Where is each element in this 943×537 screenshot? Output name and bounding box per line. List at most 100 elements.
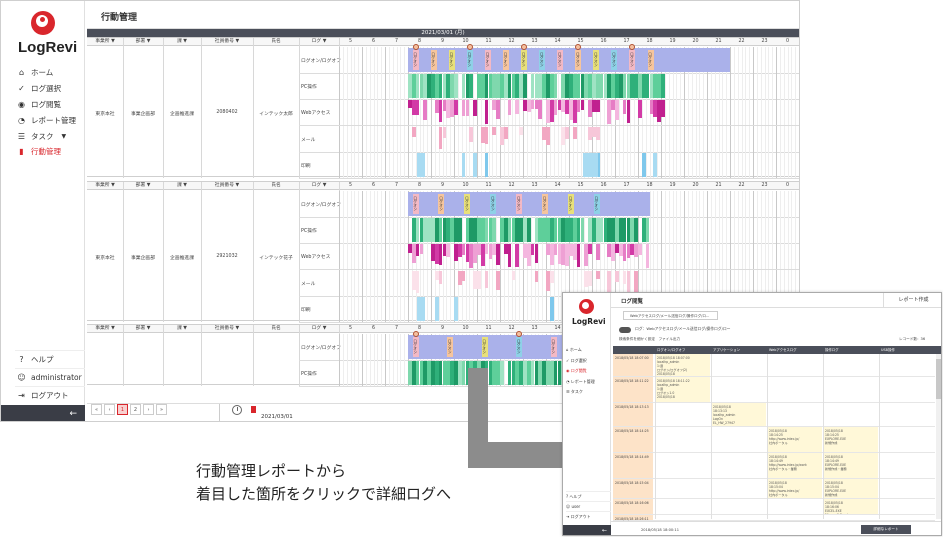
logon-event-tag[interactable]: ログオン: [557, 50, 564, 70]
activity-cell[interactable]: [634, 218, 638, 243]
column-header[interactable]: 事業所 ▼: [87, 325, 123, 333]
activity-cell[interactable]: [645, 244, 650, 269]
logon-event-tag[interactable]: ログオン: [464, 194, 471, 214]
logon-event-tag[interactable]: ログオン: [567, 194, 574, 214]
activity-cell[interactable]: [588, 244, 592, 255]
activity-cell[interactable]: [461, 152, 466, 177]
activity-cell[interactable]: [484, 152, 489, 177]
sidebar-item-help[interactable]: ? ヘルプ: [15, 350, 85, 368]
inset-nav-home[interactable]: ⌂ ホーム: [566, 345, 611, 356]
clock-icon[interactable]: [232, 405, 242, 415]
activity-cell[interactable]: [626, 100, 631, 124]
log-cell[interactable]: 2018/05/18 18:15:04 EXPLORE.EXE 新規作成: [823, 479, 878, 498]
logon-event-tag[interactable]: ログオン: [593, 194, 600, 214]
table-row[interactable]: 2018/05/18 18:11:22 2018/05/18 18:11:22 l…: [613, 377, 935, 403]
column-header[interactable]: ログ ▼: [299, 182, 339, 190]
activity-cell[interactable]: [595, 100, 600, 113]
sidebar-item-report[interactable]: ◔ レポート管理: [15, 112, 85, 128]
activity-cell[interactable]: [565, 126, 569, 139]
log-cell[interactable]: [711, 499, 766, 514]
activity-cell[interactable]: [595, 244, 600, 260]
logon-event-tag[interactable]: ログオン: [412, 337, 419, 357]
activity-cell[interactable]: [615, 100, 619, 120]
activity-cell[interactable]: [415, 100, 420, 116]
activity-cell[interactable]: [607, 270, 612, 294]
date-marker-icon[interactable]: [251, 406, 256, 413]
activity-cell[interactable]: [634, 270, 638, 295]
table-row[interactable]: 2018/05/18 18:16:06 2018/05/18 18:16:06 E…: [613, 499, 935, 515]
logon-event-tag[interactable]: ログオン: [412, 194, 419, 214]
page-next-button[interactable]: ›: [143, 404, 154, 415]
activity-cell[interactable]: [454, 296, 458, 321]
activity-cell[interactable]: [534, 244, 539, 263]
logon-event-tag[interactable]: ログオン: [539, 50, 546, 70]
page-prev-button[interactable]: ‹: [104, 404, 115, 415]
activity-cell[interactable]: [661, 100, 665, 117]
log-cell[interactable]: [823, 377, 878, 402]
inset-nav-report[interactable]: ◔ レポート管理: [566, 377, 611, 388]
column-header[interactable]: 氏名: [253, 38, 299, 46]
column-header[interactable]: 社員番号 ▼: [201, 325, 253, 333]
activity-cell[interactable]: [434, 296, 439, 321]
activity-cell[interactable]: [415, 270, 420, 293]
column-header[interactable]: 課 ▼: [163, 38, 201, 46]
activity-cell[interactable]: [457, 218, 462, 243]
activity-cell[interactable]: [641, 152, 646, 177]
print-cell[interactable]: [582, 152, 599, 177]
log-cell[interactable]: [879, 479, 934, 498]
activity-cell[interactable]: [526, 218, 531, 243]
inset-nav-log-view[interactable]: ◉ ログ閲覧: [566, 366, 611, 377]
logon-event-tag[interactable]: ログオン: [412, 50, 419, 70]
sidebar-item-user[interactable]: ☺ administrator: [15, 368, 85, 386]
log-cell[interactable]: [711, 427, 766, 452]
activity-cell[interactable]: [411, 126, 416, 137]
inset-tools[interactable]: 検索条件を細かく設定 ファイル出力: [619, 337, 680, 342]
table-row[interactable]: 2018/05/18 18:13:13 2018/05/18 18:13:13 l…: [613, 403, 935, 427]
log-filter-input[interactable]: Webアクセスログ/メール送信ログ/操作ログ/ロ...: [623, 311, 718, 320]
column-header[interactable]: ログオン/ログオフ: [657, 346, 685, 354]
log-cell[interactable]: 2018/05/18 18:15:04 http://www.intec.jp/…: [767, 479, 822, 498]
logon-event-tag[interactable]: ログオン: [521, 50, 528, 70]
column-header[interactable]: 氏名: [253, 325, 299, 333]
logon-event-tag[interactable]: ログオン: [490, 194, 497, 214]
report-create-tab[interactable]: レポート作成: [883, 293, 941, 307]
column-header[interactable]: 氏名: [253, 182, 299, 190]
sidebar-item-home[interactable]: ⌂ ホーム: [15, 65, 85, 81]
log-cell[interactable]: [879, 515, 934, 520]
column-header[interactable]: 操作ログ: [825, 346, 839, 354]
logon-event-tag[interactable]: ログオン: [611, 50, 618, 70]
table-row[interactable]: 2018/05/18 18:14:49 2018/05/18 18:14:49 h…: [613, 453, 935, 479]
activity-cell[interactable]: [454, 100, 458, 116]
log-cell[interactable]: [879, 403, 934, 426]
log-cell[interactable]: [823, 515, 878, 520]
activity-cell[interactable]: [553, 74, 558, 99]
sidebar-item-log-view[interactable]: ◉ ログ閲覧: [15, 97, 85, 113]
log-cell[interactable]: [879, 453, 934, 478]
table-row[interactable]: 2018/05/18 18:07:00 2018/05/18 18:07:00 l…: [613, 354, 935, 377]
logon-event-tag[interactable]: ログオン: [516, 337, 523, 357]
logon-event-tag[interactable]: ログオン: [448, 50, 455, 70]
log-cell[interactable]: [655, 403, 710, 426]
filter-toggle[interactable]: [619, 327, 631, 333]
log-cell[interactable]: [767, 515, 822, 520]
logon-event-tag[interactable]: ログオン: [575, 50, 582, 70]
logon-event-tag[interactable]: ログオン: [593, 50, 600, 70]
column-header[interactable]: アプリケーション: [713, 346, 740, 354]
logon-event-tag[interactable]: ログオン: [550, 337, 557, 357]
log-cell[interactable]: [767, 499, 822, 514]
scrollbar-thumb[interactable]: [936, 359, 941, 399]
activity-cell[interactable]: [454, 74, 458, 99]
activity-cell[interactable]: [442, 126, 447, 139]
activity-cell[interactable]: [477, 270, 481, 289]
activity-cell[interactable]: [595, 126, 600, 140]
activity-cell[interactable]: [580, 218, 585, 243]
activity-cell[interactable]: [492, 218, 497, 243]
sidebar-item-activity[interactable]: ▮ 行動管理: [15, 144, 85, 160]
log-cell[interactable]: 2018/05/18 18:14:25 http://www.intec.jp/…: [767, 427, 822, 452]
column-header[interactable]: 社員番号 ▼: [201, 182, 253, 190]
activity-cell[interactable]: [549, 270, 554, 283]
log-cell[interactable]: [655, 515, 710, 520]
activity-cell[interactable]: [515, 244, 520, 268]
activity-cell[interactable]: [638, 244, 642, 256]
event-pin-icon[interactable]: [412, 44, 419, 50]
